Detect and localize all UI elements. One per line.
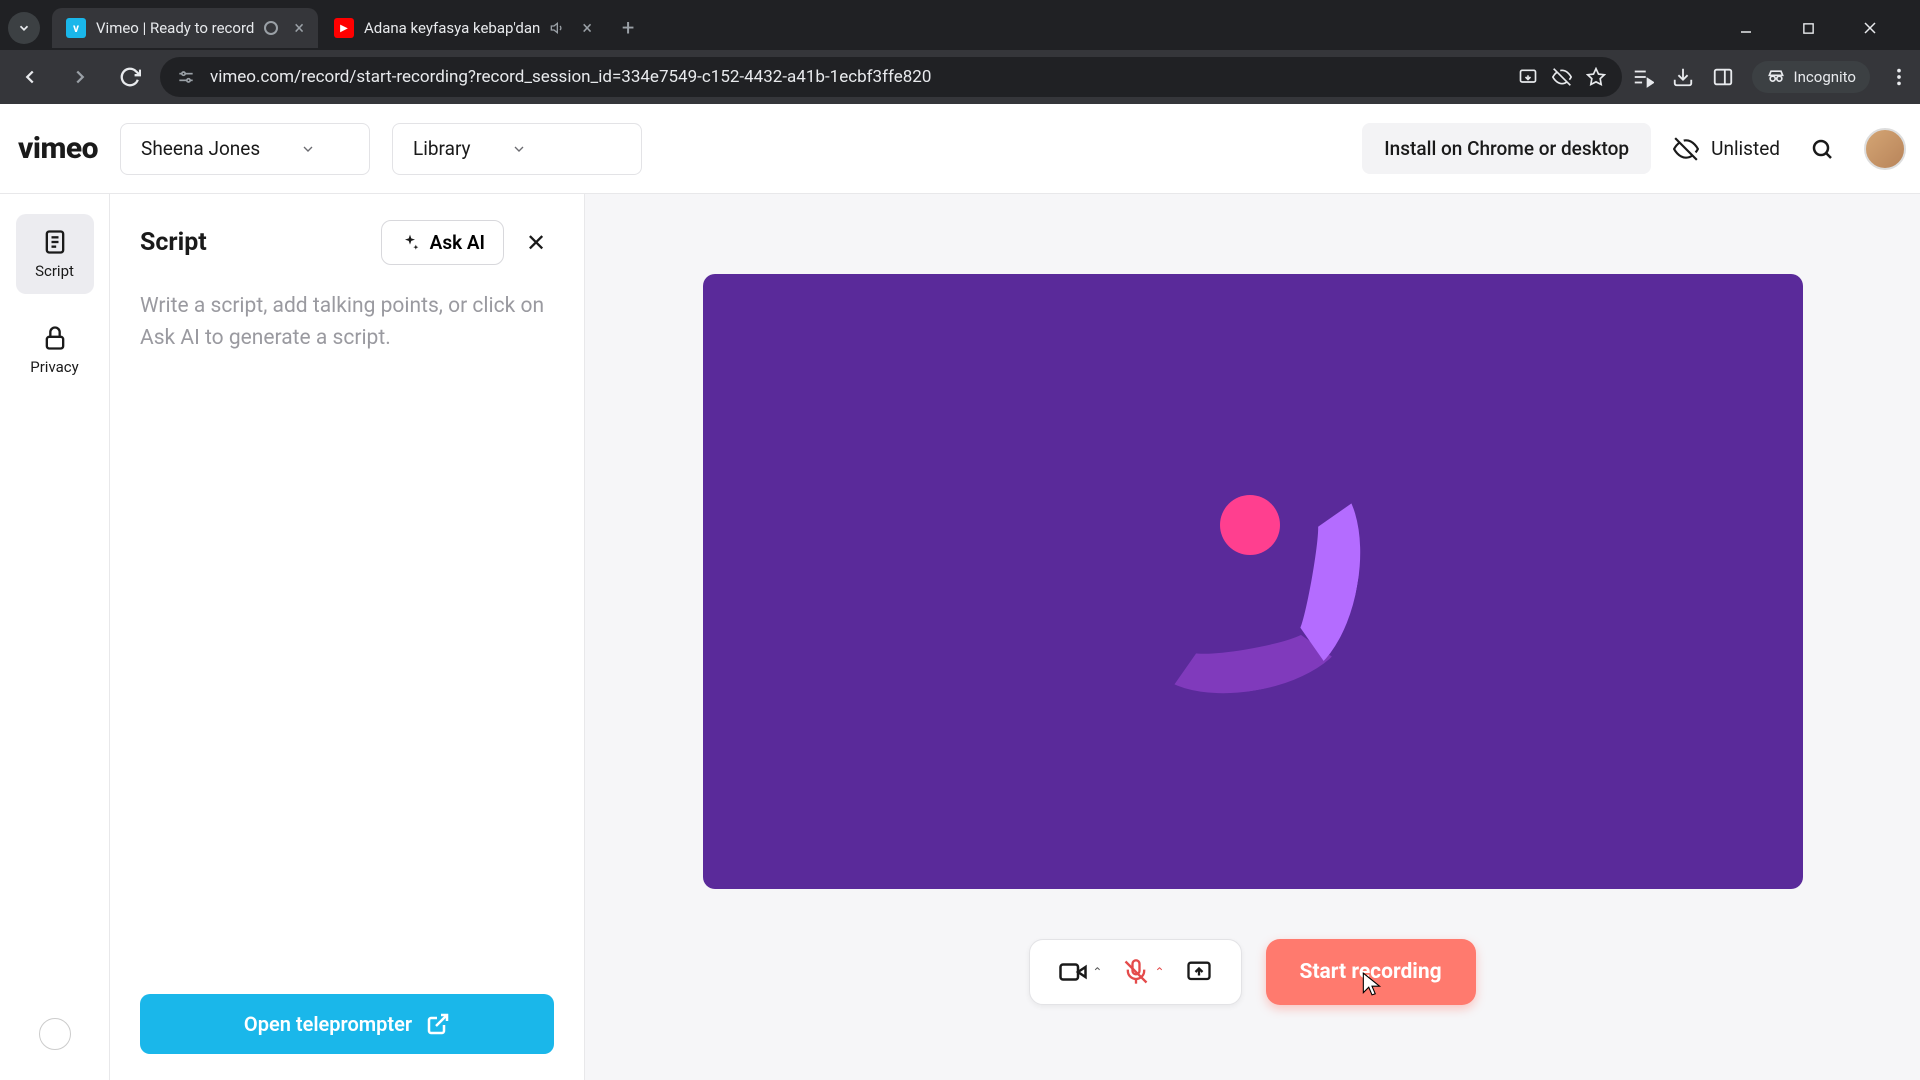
rail-label: Privacy xyxy=(30,358,78,376)
install-app-button[interactable]: Install on Chrome or desktop xyxy=(1362,123,1651,174)
menu-dots-icon[interactable] xyxy=(1888,66,1910,88)
chevron-up-icon: ⌃ xyxy=(1092,965,1102,979)
app-header: vimeo Sheena Jones Library Install on Ch… xyxy=(0,104,1920,194)
maximize-button[interactable] xyxy=(1788,12,1828,44)
tab-strip: v Vimeo | Ready to record × ▶ Adana keyf… xyxy=(0,0,1920,50)
forward-button[interactable] xyxy=(60,57,100,97)
open-teleprompter-button[interactable]: Open teleprompter xyxy=(140,994,554,1054)
controls-row: ⌃ ⌃ Start recording xyxy=(1029,939,1475,1005)
rail-label: Script xyxy=(35,262,74,280)
minimize-button[interactable] xyxy=(1726,12,1766,44)
tab-search-dropdown[interactable] xyxy=(8,12,40,44)
bookmark-star-icon[interactable] xyxy=(1586,67,1606,87)
tab-title: Vimeo | Ready to record xyxy=(96,19,254,37)
preview-canvas xyxy=(703,274,1803,889)
incognito-indicator[interactable]: Incognito xyxy=(1752,61,1870,93)
site-settings-icon[interactable] xyxy=(176,67,196,87)
external-link-icon xyxy=(426,1012,450,1036)
new-tab-button[interactable]: + xyxy=(608,16,648,41)
start-recording-label: Start recording xyxy=(1300,960,1442,984)
chevron-down-icon xyxy=(511,141,527,157)
search-icon xyxy=(1810,137,1834,161)
screen-share-button[interactable] xyxy=(1185,958,1213,986)
camera-toggle[interactable]: ⌃ xyxy=(1058,957,1102,987)
close-window-button[interactable] xyxy=(1850,12,1890,44)
vimeo-favicon-icon: v xyxy=(66,18,86,38)
lock-icon xyxy=(41,324,69,352)
close-panel-button[interactable]: ✕ xyxy=(518,225,554,261)
side-panel-icon[interactable] xyxy=(1712,66,1734,88)
camera-icon xyxy=(1058,957,1088,987)
audio-icon xyxy=(550,20,566,36)
address-bar[interactable]: vimeo.com/record/start-recording?record_… xyxy=(160,57,1622,97)
script-textarea[interactable]: Write a script, add talking points, or c… xyxy=(140,291,554,354)
eye-off-icon[interactable] xyxy=(1552,67,1572,87)
script-panel-header: Script Ask AI ✕ xyxy=(140,220,554,265)
mic-off-icon xyxy=(1122,958,1150,986)
eye-off-icon xyxy=(1673,136,1699,162)
ask-ai-label: Ask AI xyxy=(430,231,485,254)
folder-selector-text: Library xyxy=(413,137,471,160)
back-button[interactable] xyxy=(10,57,50,97)
user-selector[interactable]: Sheena Jones xyxy=(120,123,370,175)
mic-toggle[interactable]: ⌃ xyxy=(1122,958,1164,986)
vimeo-logo[interactable]: vimeo xyxy=(18,131,98,166)
help-button[interactable] xyxy=(39,1018,71,1050)
tool-rail: Script Privacy xyxy=(0,194,110,1080)
script-panel: Script Ask AI ✕ Write a script, add talk… xyxy=(110,194,585,1080)
install-pwa-icon[interactable] xyxy=(1518,67,1538,87)
url-text: vimeo.com/record/start-recording?record_… xyxy=(210,67,1504,87)
visibility-label: Unlisted xyxy=(1711,137,1780,160)
start-recording-button[interactable]: Start recording xyxy=(1266,939,1476,1005)
toolbar-icons: Incognito xyxy=(1632,61,1910,93)
tab-title: Adana keyfasya kebap'dan xyxy=(364,19,540,37)
browser-chrome: v Vimeo | Ready to record × ▶ Adana keyf… xyxy=(0,0,1920,104)
playlist-icon[interactable] xyxy=(1632,66,1654,88)
chevron-down-icon xyxy=(17,21,31,35)
record-indicator-icon xyxy=(264,21,278,35)
script-icon xyxy=(41,228,69,256)
app-body: Script Privacy Script Ask AI ✕ Write a s… xyxy=(0,194,1920,1080)
sparkle-icon xyxy=(400,233,420,253)
incognito-label: Incognito xyxy=(1794,68,1856,86)
page: vimeo Sheena Jones Library Install on Ch… xyxy=(0,104,1920,1080)
close-tab-icon[interactable]: × xyxy=(582,18,592,39)
recording-stage: ⌃ ⌃ Start recording xyxy=(585,194,1920,1080)
rail-item-script[interactable]: Script xyxy=(16,214,94,294)
visibility-toggle[interactable]: Unlisted xyxy=(1673,136,1780,162)
rail-item-privacy[interactable]: Privacy xyxy=(16,310,94,390)
reload-button[interactable] xyxy=(110,57,150,97)
youtube-favicon-icon: ▶ xyxy=(334,18,354,38)
user-avatar[interactable] xyxy=(1864,128,1906,170)
chevron-up-icon: ⌃ xyxy=(1154,965,1164,979)
search-button[interactable] xyxy=(1802,129,1842,169)
incognito-icon xyxy=(1766,67,1786,87)
downloads-icon[interactable] xyxy=(1672,66,1694,88)
browser-tab[interactable]: ▶ Adana keyfasya kebap'dan × xyxy=(320,8,606,48)
window-controls xyxy=(1726,12,1912,44)
script-panel-title: Script xyxy=(140,228,367,257)
folder-selector[interactable]: Library xyxy=(392,123,642,175)
close-tab-icon[interactable]: × xyxy=(294,18,304,39)
device-controls: ⌃ ⌃ xyxy=(1029,939,1241,1005)
browser-tab[interactable]: v Vimeo | Ready to record × xyxy=(52,8,318,48)
ask-ai-button[interactable]: Ask AI xyxy=(381,220,504,265)
teleprompter-label: Open teleprompter xyxy=(244,1012,412,1036)
address-row: vimeo.com/record/start-recording?record_… xyxy=(0,50,1920,104)
screen-share-icon xyxy=(1185,958,1213,986)
chevron-down-icon xyxy=(300,141,316,157)
loading-spinner-icon xyxy=(1148,477,1358,687)
user-selector-text: Sheena Jones xyxy=(141,137,260,160)
